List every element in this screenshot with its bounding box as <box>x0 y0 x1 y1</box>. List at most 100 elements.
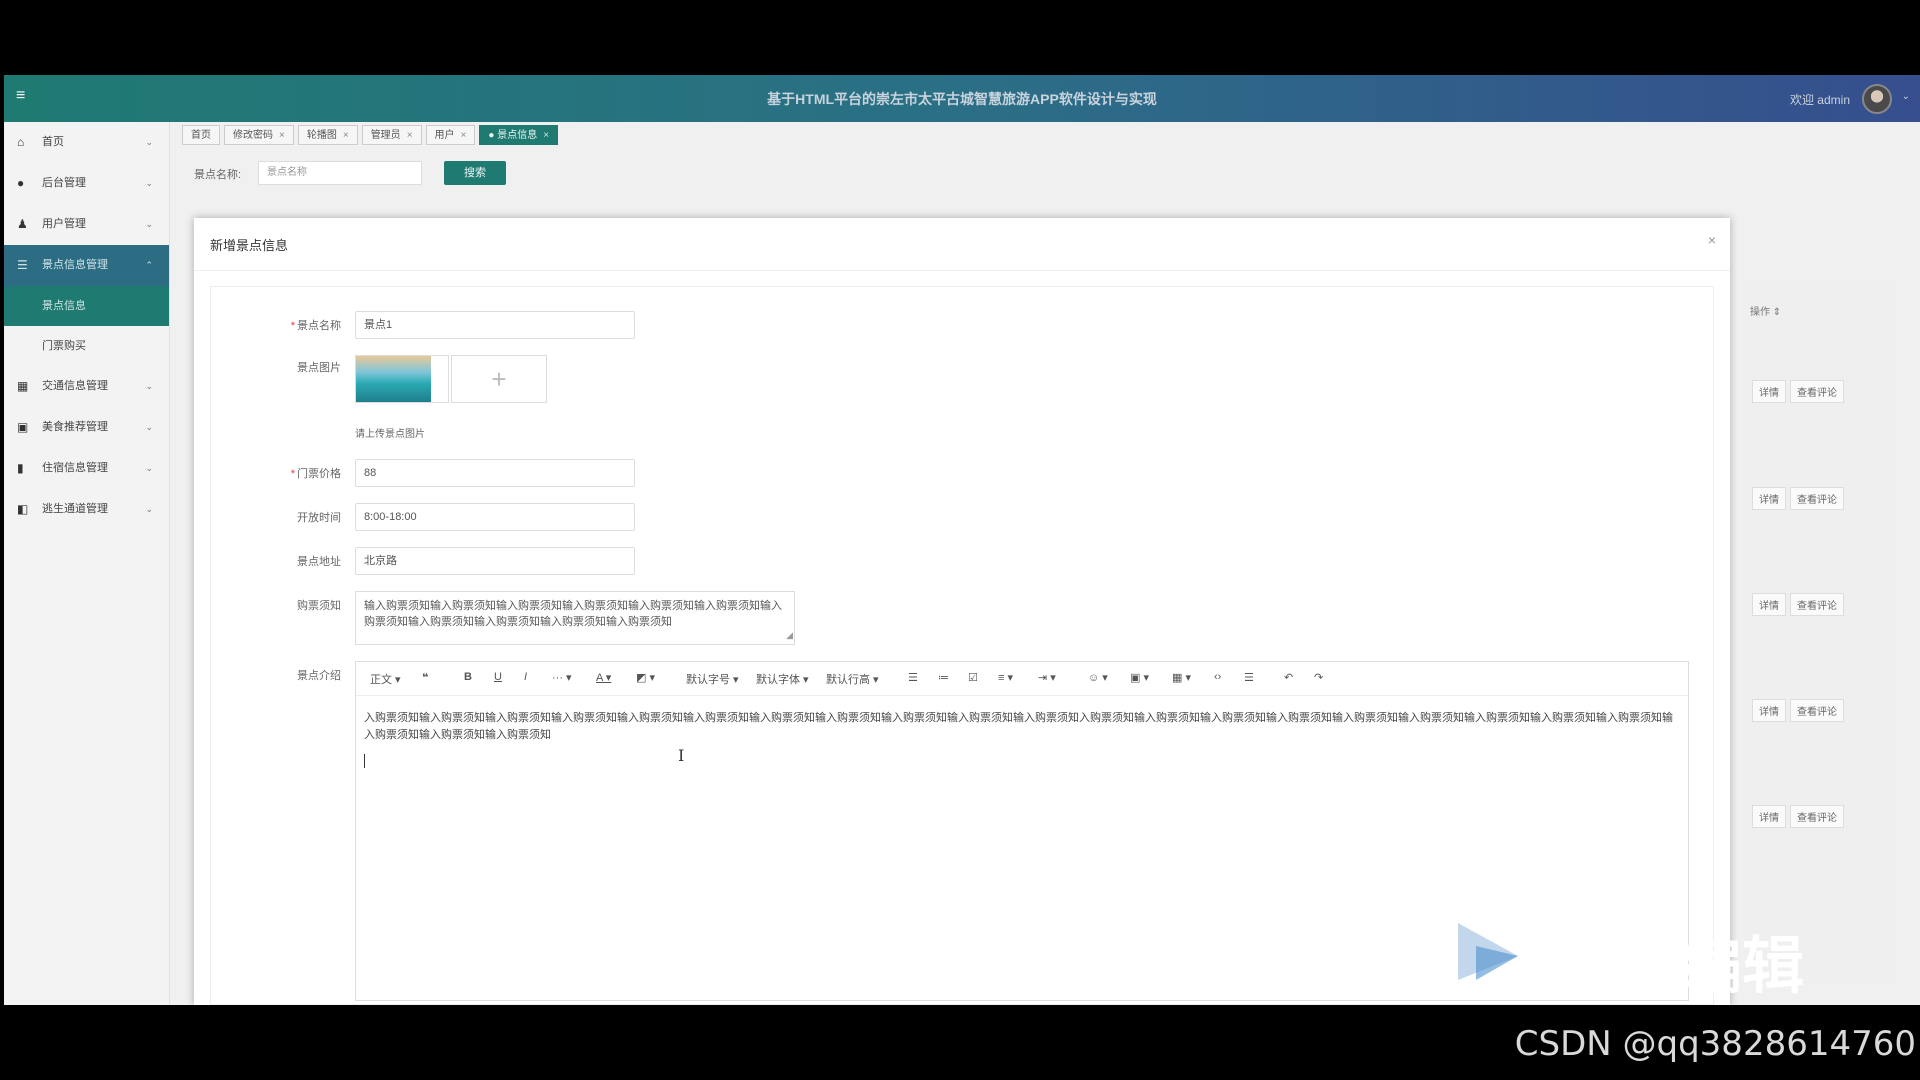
view-comments-button[interactable]: 查看评论 <box>1790 805 1844 828</box>
tab-users[interactable]: 用户 × <box>425 125 476 145</box>
paragraph-select[interactable]: 正文 ▾ <box>370 671 401 687</box>
door-icon: ◧ <box>17 502 29 516</box>
tab-label: 轮播图 <box>306 130 337 141</box>
emoji-icon[interactable]: ☺ ▾ <box>1088 671 1108 684</box>
text-caret <box>364 754 365 768</box>
tab-home[interactable]: 首页 <box>182 125 220 145</box>
resize-handle-icon[interactable]: ◢ <box>786 627 793 643</box>
form-card: * 景点名称 景点1 景点图片 + 请上传景点图片 * 门票价格 88 开放时间 8… <box>210 286 1714 1005</box>
line-height-select[interactable]: 默认行高 ▾ <box>826 671 879 687</box>
chevron-down-icon: ⌄ <box>145 381 153 391</box>
italic-icon[interactable]: I <box>524 671 527 683</box>
sidebar-subitem-scenic-info[interactable]: 景点信息 <box>4 286 169 326</box>
close-icon[interactable]: × <box>543 130 549 141</box>
detail-button[interactable]: 详情 <box>1752 487 1786 510</box>
sidebar-item-label: 景点信息管理 <box>42 259 108 271</box>
chevron-down-icon: ⌄ <box>145 504 153 514</box>
upload-plus-icon[interactable]: + <box>451 355 547 403</box>
address-field[interactable]: 北京路 <box>355 547 635 575</box>
sidebar-item-home[interactable]: ⌂ 首页 ⌄ <box>4 122 169 163</box>
tab-carousel[interactable]: 轮播图 × <box>297 125 358 145</box>
font-color-icon[interactable]: A ▾ <box>596 671 611 684</box>
tab-bar: 首页 修改密码 × 轮播图 × 管理员 × 用户 × ● 景点信息 × <box>182 125 562 147</box>
view-comments-button[interactable]: 查看评论 <box>1790 699 1844 722</box>
indent-icon[interactable]: ⇥ ▾ <box>1038 671 1056 684</box>
sidebar-item-backend[interactable]: ● 后台管理 ⌄ <box>4 163 169 204</box>
sidebar-item-users[interactable]: ♟ 用户管理 ⌄ <box>4 204 169 245</box>
chevron-down-icon: ⌄ <box>145 178 153 188</box>
sidebar-item-food[interactable]: ▣ 美食推荐管理 ⌄ <box>4 407 169 448</box>
ticket-price-field[interactable]: 88 <box>355 459 635 487</box>
close-icon[interactable]: × <box>279 130 285 141</box>
watermark-text: 编辑 <box>1680 929 1805 1002</box>
background-color-icon[interactable]: ◩ ▾ <box>636 671 655 684</box>
sidebar-item-label: 逃生通道管理 <box>42 503 108 515</box>
app-screen: ≡ 基于HTML平台的崇左市太平古城智慧旅游APP软件设计与实现 欢迎 admi… <box>4 75 1920 1005</box>
chevron-down-icon[interactable]: ⌄ <box>1902 91 1910 102</box>
close-icon[interactable]: × <box>1708 232 1716 248</box>
bullet-list-icon[interactable]: ☰ <box>908 671 918 684</box>
close-icon[interactable]: × <box>461 130 467 141</box>
tab-admin[interactable]: 管理员 × <box>361 125 422 145</box>
detail-button[interactable]: 详情 <box>1752 593 1786 616</box>
close-icon[interactable]: × <box>343 130 349 141</box>
underline-icon[interactable]: U <box>494 671 502 683</box>
chevron-down-icon: ⌄ <box>145 219 153 229</box>
font-size-select[interactable]: 默认字号 ▾ <box>686 671 739 687</box>
sidebar-item-label: 住宿信息管理 <box>42 462 108 474</box>
uploaded-image-thumbnail[interactable] <box>355 355 449 403</box>
tab-change-password[interactable]: 修改密码 × <box>224 125 294 145</box>
sidebar-item-traffic[interactable]: ▦ 交通信息管理 ⌄ <box>4 366 169 407</box>
search-input[interactable]: 景点名称 <box>258 161 422 185</box>
hours-label: 开放时间 <box>297 512 341 524</box>
numbered-list-icon[interactable]: ≔ <box>938 671 949 684</box>
redo-icon[interactable]: ↷ <box>1314 671 1323 684</box>
quote-icon[interactable]: ❝ <box>422 671 428 684</box>
sidebar-item-escape[interactable]: ◧ 逃生通道管理 ⌄ <box>4 489 169 530</box>
checkbox-icon[interactable]: ☑ <box>968 671 978 684</box>
more-icon[interactable]: ··· ▾ <box>552 671 572 684</box>
modal-title: 新增景点信息 <box>210 238 289 253</box>
tab-scenic-info[interactable]: ● 景点信息 × <box>479 125 559 145</box>
view-comments-button[interactable]: 查看评论 <box>1790 487 1844 510</box>
code-icon[interactable]: ‹› <box>1214 671 1221 683</box>
avatar[interactable] <box>1862 84 1892 114</box>
image-hint: 请上传景点图片 <box>355 429 425 440</box>
tab-label: 管理员 <box>370 130 401 141</box>
divider-icon[interactable]: ☰ <box>1244 671 1254 684</box>
table-icon[interactable]: ▦ ▾ <box>1172 671 1191 684</box>
ticket-notice-textarea[interactable]: 输入购票须知输入购票须知输入购票须知输入购票须知输入购票须知输入购票须知输入购票… <box>355 591 795 645</box>
view-comments-button[interactable]: 查看评论 <box>1790 593 1844 616</box>
video-editor-logo-icon <box>1458 923 1518 980</box>
sidebar-item-label: 首页 <box>42 136 64 148</box>
scenic-name-field[interactable]: 景点1 <box>355 311 635 339</box>
notice-text: 输入购票须知输入购票须知输入购票须知输入购票须知输入购票须知输入购票须知输入购票… <box>364 600 782 628</box>
sidebar-item-label: 用户管理 <box>42 218 86 230</box>
search-button[interactable]: 搜索 <box>444 161 506 185</box>
detail-button[interactable]: 详情 <box>1752 805 1786 828</box>
detail-button[interactable]: 详情 <box>1752 699 1786 722</box>
sidebar-subitem-tickets[interactable]: 门票购买 <box>4 326 169 366</box>
table-header-actions: 操作 ⇕ <box>1750 307 1782 318</box>
chevron-up-icon: ⌃ <box>145 260 153 270</box>
bold-icon[interactable]: B <box>464 671 472 683</box>
detail-button[interactable]: 详情 <box>1752 380 1786 403</box>
align-icon[interactable]: ≡ ▾ <box>998 671 1013 684</box>
app-title: 基于HTML平台的崇左市太平古城智慧旅游APP软件设计与实现 <box>767 91 1157 107</box>
font-family-select[interactable]: 默认字体 ▾ <box>756 671 809 687</box>
opening-hours-field[interactable]: 8:00-18:00 <box>355 503 635 531</box>
image-icon[interactable]: ▣ ▾ <box>1130 671 1149 684</box>
tab-label: 用户 <box>434 130 455 141</box>
undo-icon[interactable]: ↶ <box>1284 671 1293 684</box>
divider <box>194 270 1730 271</box>
sidebar: ⌂ 首页 ⌄ ● 后台管理 ⌄ ♟ 用户管理 ⌄ ☰ 景点信息管理 ⌃ 景点信息… <box>4 122 170 1005</box>
close-icon[interactable]: × <box>407 130 413 141</box>
intro-label: 景点介绍 <box>297 670 341 682</box>
table-row: 详情 查看评论 <box>1752 487 1848 510</box>
table-row: 详情 查看评论 <box>1752 699 1848 722</box>
view-comments-button[interactable]: 查看评论 <box>1790 380 1844 403</box>
table-row: 详情 查看评论 <box>1752 805 1848 828</box>
sidebar-item-lodging[interactable]: ▮ 住宿信息管理 ⌄ <box>4 448 169 489</box>
sidebar-item-scenic[interactable]: ☰ 景点信息管理 ⌃ <box>4 245 169 286</box>
image-label: 景点图片 <box>297 362 341 374</box>
